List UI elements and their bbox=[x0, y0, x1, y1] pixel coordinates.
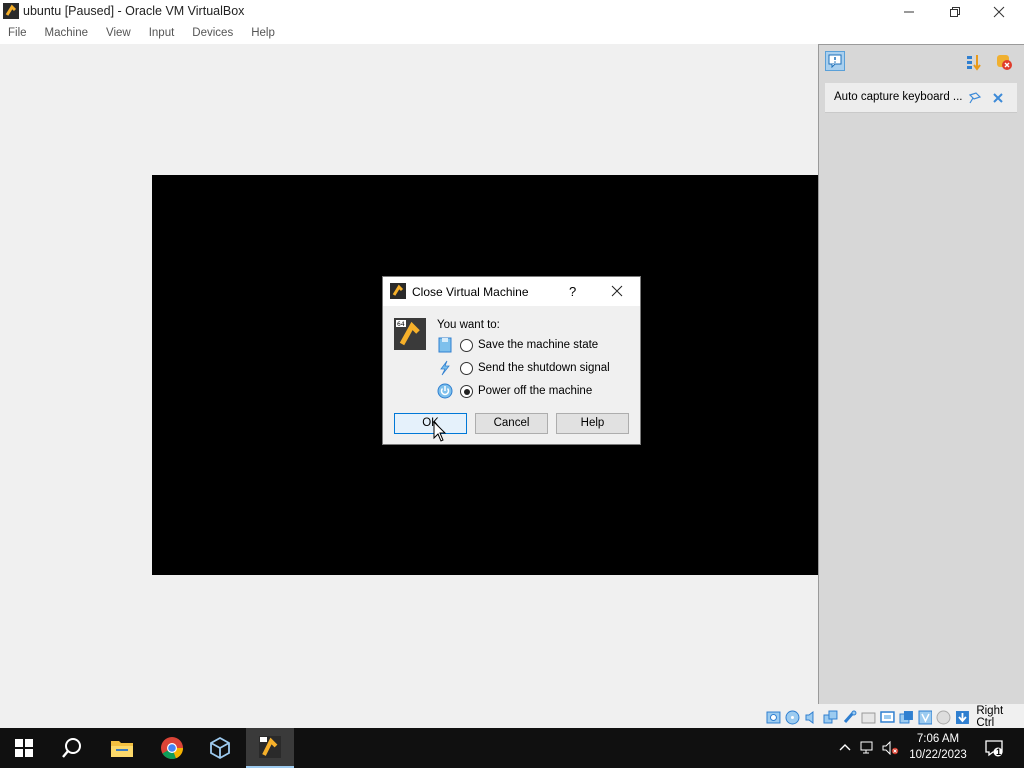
notification-center-toggle[interactable] bbox=[825, 51, 845, 71]
option-save-state[interactable]: Save the machine state bbox=[437, 337, 637, 355]
power-icon bbox=[437, 383, 453, 399]
start-button[interactable] bbox=[0, 728, 48, 768]
restore-button[interactable] bbox=[932, 0, 978, 24]
network-icon[interactable] bbox=[823, 710, 838, 725]
host-key-icon[interactable] bbox=[955, 710, 970, 725]
restore-icon bbox=[950, 7, 960, 17]
mouse-cursor-icon bbox=[433, 421, 447, 442]
option-label: Send the shutdown signal bbox=[478, 362, 610, 374]
hard-disk-icon[interactable] bbox=[766, 710, 781, 725]
volume-muted-icon[interactable] bbox=[882, 741, 900, 755]
menu-bar: File Machine View Input Devices Help bbox=[0, 24, 1024, 44]
minimize-button[interactable] bbox=[886, 0, 932, 24]
save-state-icon bbox=[437, 337, 453, 353]
menu-view[interactable]: View bbox=[106, 24, 131, 44]
close-window-button[interactable] bbox=[976, 0, 1022, 24]
notification-count: 1 bbox=[996, 747, 1002, 757]
notification-center: Auto capture keyboard ... bbox=[818, 44, 1024, 704]
minimize-icon bbox=[904, 11, 914, 13]
chrome-icon bbox=[161, 737, 184, 760]
option-shutdown-signal[interactable]: Send the shutdown signal bbox=[437, 360, 637, 378]
menu-input[interactable]: Input bbox=[149, 24, 175, 44]
window-titlebar: ubuntu [Paused] - Oracle VM VirtualBox bbox=[0, 0, 1024, 24]
virtualbox-dialog-icon bbox=[390, 283, 406, 299]
optical-drive-icon[interactable] bbox=[785, 710, 800, 725]
dialog-title: Close Virtual Machine bbox=[412, 285, 529, 299]
clock-date: 10/22/2023 bbox=[909, 749, 967, 761]
radio-shutdown-signal[interactable] bbox=[460, 362, 473, 375]
shared-folders-icon[interactable] bbox=[861, 710, 876, 725]
clear-all-icon[interactable] bbox=[995, 53, 1013, 71]
menu-help[interactable]: Help bbox=[251, 24, 275, 44]
info-bubble-icon bbox=[828, 54, 842, 68]
menu-file[interactable]: File bbox=[8, 24, 27, 44]
dialog-help-button[interactable]: ? bbox=[569, 284, 576, 299]
clock-time: 7:06 AM bbox=[916, 733, 960, 745]
cube-icon bbox=[210, 736, 230, 760]
video-capture-icon[interactable] bbox=[899, 710, 914, 725]
chevron-up-icon[interactable] bbox=[838, 741, 852, 755]
search-button[interactable] bbox=[48, 728, 96, 768]
usb-icon[interactable] bbox=[842, 710, 857, 725]
windows-logo-icon bbox=[15, 739, 33, 757]
radio-power-off[interactable] bbox=[460, 385, 473, 398]
sort-icon[interactable] bbox=[965, 53, 983, 71]
virtualbox-vm-icon bbox=[259, 736, 281, 758]
virtualbox-manager-button[interactable] bbox=[196, 728, 244, 768]
notification-text: Auto capture keyboard ... bbox=[834, 91, 963, 103]
audio-icon[interactable] bbox=[804, 710, 819, 725]
dialog-titlebar: Close Virtual Machine ? bbox=[383, 277, 640, 306]
search-icon bbox=[62, 738, 81, 758]
ok-button[interactable]: OK bbox=[394, 413, 467, 434]
chrome-button[interactable] bbox=[148, 728, 196, 768]
windows-taskbar: 7:06 AM 10/22/2023 1 bbox=[0, 728, 1024, 768]
system-tray bbox=[838, 728, 900, 768]
dialog-prompt: You want to: bbox=[437, 319, 500, 331]
vm-status-bar: Right Ctrl bbox=[766, 705, 1024, 729]
notification-item[interactable]: Auto capture keyboard ... bbox=[825, 83, 1017, 113]
menu-machine[interactable]: Machine bbox=[45, 24, 88, 44]
window-title: ubuntu [Paused] - Oracle VM VirtualBox bbox=[23, 4, 245, 18]
host-key-label: Right Ctrl bbox=[976, 705, 1004, 729]
lightning-icon bbox=[437, 360, 453, 376]
file-explorer-button[interactable] bbox=[98, 728, 146, 768]
folder-icon bbox=[111, 741, 133, 757]
close-icon bbox=[611, 285, 623, 297]
display-icon[interactable] bbox=[879, 710, 895, 725]
close-vm-dialog: Close Virtual Machine ? 64 You want to: … bbox=[382, 276, 641, 445]
dismiss-icon[interactable] bbox=[991, 91, 1005, 105]
option-label: Power off the machine bbox=[478, 385, 593, 397]
close-icon bbox=[993, 6, 1005, 18]
mouse-integration-icon[interactable] bbox=[936, 710, 951, 725]
taskbar-clock[interactable]: 7:06 AM 10/22/2023 bbox=[902, 731, 974, 763]
action-center-button[interactable]: 1 bbox=[974, 728, 1014, 768]
vm-os-icon: 64 bbox=[394, 318, 426, 350]
option-power-off[interactable]: Power off the machine bbox=[437, 383, 637, 401]
virtualbox-vm-button[interactable] bbox=[246, 728, 294, 768]
network-tray-icon[interactable] bbox=[860, 741, 876, 755]
radio-save-state[interactable] bbox=[460, 339, 473, 352]
dialog-close-button[interactable] bbox=[611, 285, 623, 297]
menu-devices[interactable]: Devices bbox=[192, 24, 233, 44]
svg-text:64: 64 bbox=[397, 321, 405, 328]
option-label: Save the machine state bbox=[478, 339, 599, 351]
cancel-button[interactable]: Cancel bbox=[475, 413, 548, 434]
virtualization-icon[interactable] bbox=[917, 710, 933, 725]
virtualbox-app-icon bbox=[3, 3, 19, 19]
pin-icon[interactable] bbox=[968, 91, 982, 105]
help-button[interactable]: Help bbox=[556, 413, 629, 434]
